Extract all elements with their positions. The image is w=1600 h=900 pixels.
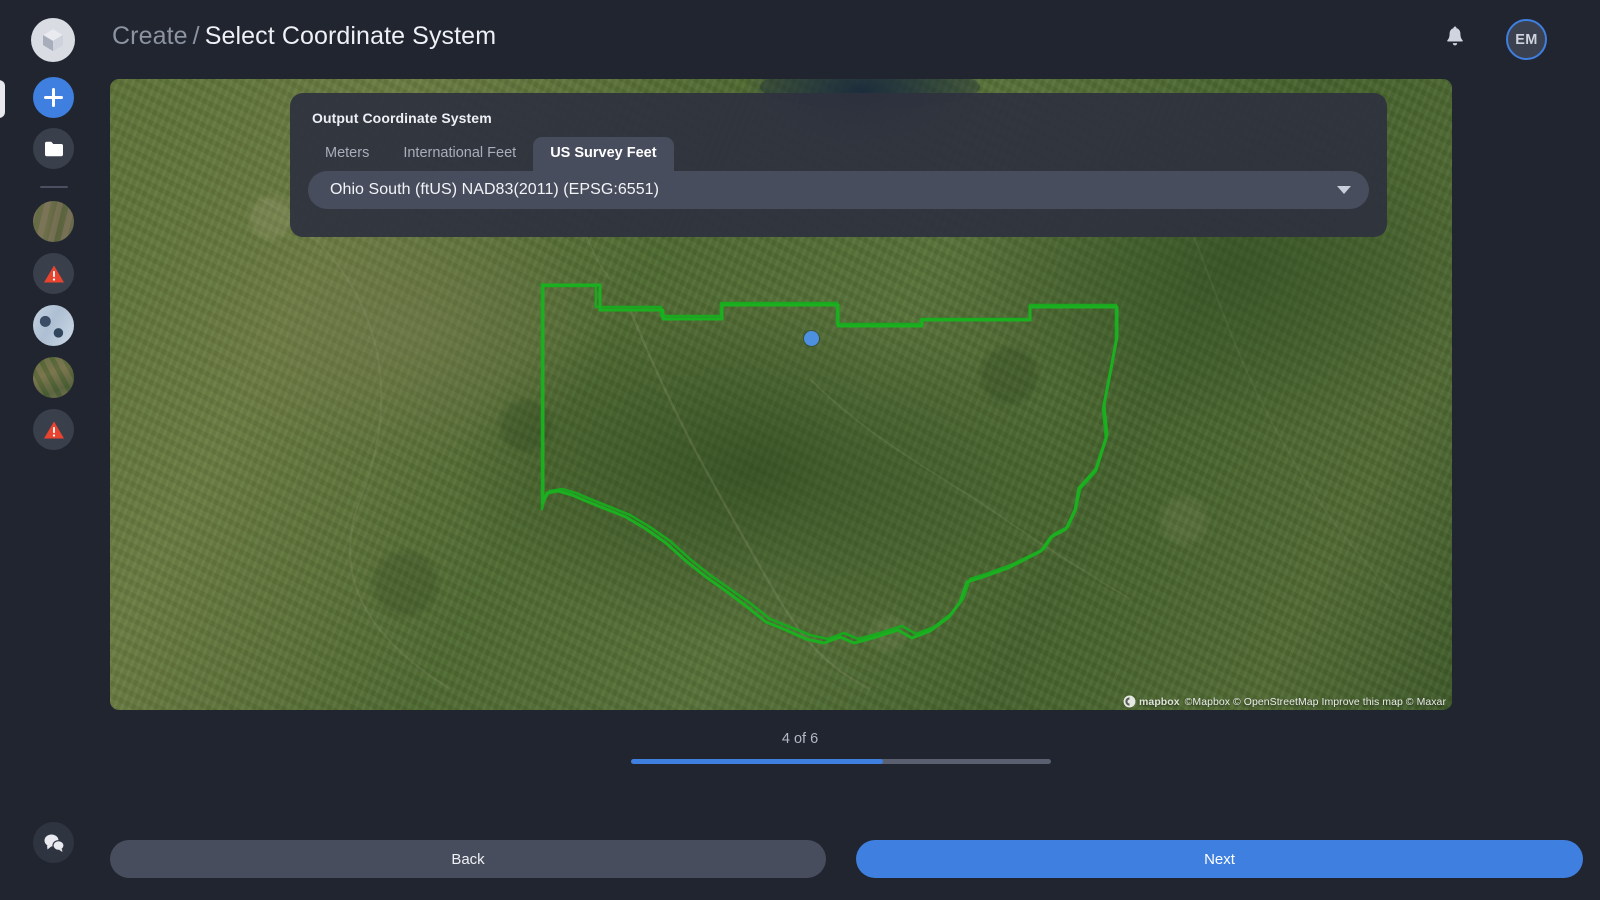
chevron-down-icon bbox=[1337, 186, 1351, 194]
back-button[interactable]: Back bbox=[110, 840, 826, 878]
tab-meters[interactable]: Meters bbox=[308, 137, 386, 171]
page-title: Select Coordinate System bbox=[205, 22, 496, 50]
edge-flyout-handle[interactable] bbox=[0, 80, 5, 118]
next-button[interactable]: Next bbox=[856, 840, 1583, 878]
progress-bar-fill bbox=[631, 759, 883, 764]
warning-triangle-icon bbox=[43, 420, 65, 440]
chat-bubbles-icon bbox=[42, 832, 66, 853]
sidebar-divider bbox=[40, 186, 68, 188]
breadcrumb-parent[interactable]: Create bbox=[112, 22, 188, 50]
unit-tabs: Meters International Feet US Survey Feet bbox=[308, 137, 674, 171]
map-attribution: mapbox ©Mapbox © OpenStreetMap Improve t… bbox=[1123, 695, 1446, 708]
avatar[interactable]: EM bbox=[1506, 19, 1547, 60]
progress-bar bbox=[631, 759, 1051, 764]
sidebar-item-project-thumbnail-terrain[interactable] bbox=[33, 357, 74, 398]
add-project-button[interactable] bbox=[33, 77, 74, 118]
sidebar-item-project-warning-2[interactable] bbox=[33, 409, 74, 450]
attribution-text: ©Mapbox © OpenStreetMap Improve this map… bbox=[1185, 696, 1446, 708]
mapbox-logo: mapbox bbox=[1123, 695, 1180, 708]
mapbox-icon bbox=[1123, 695, 1136, 708]
cube-logo-icon bbox=[31, 18, 75, 62]
breadcrumb: Create/Select Coordinate System bbox=[112, 22, 496, 51]
sidebar-item-project-thumbnail-water[interactable] bbox=[33, 305, 74, 346]
coordinate-system-dropdown[interactable]: Ohio South (ftUS) NAD83(2011) (EPSG:6551… bbox=[308, 171, 1369, 209]
tab-us-survey-feet[interactable]: US Survey Feet bbox=[533, 137, 673, 171]
tab-international-feet[interactable]: International Feet bbox=[386, 137, 533, 171]
breadcrumb-separator: / bbox=[193, 22, 200, 50]
top-header: Create/Select Coordinate System EM bbox=[106, 0, 1600, 78]
sidebar-item-project-thumbnail-road[interactable] bbox=[33, 201, 74, 242]
chat-button[interactable] bbox=[33, 822, 74, 863]
notifications-button[interactable] bbox=[1445, 26, 1465, 54]
app-root: Create/Select Coordinate System EM bbox=[0, 0, 1600, 900]
output-coordinate-system-panel: Output Coordinate System Meters Internat… bbox=[290, 93, 1387, 237]
warning-triangle-icon bbox=[43, 264, 65, 284]
left-sidebar bbox=[0, 0, 106, 900]
bell-icon bbox=[1445, 26, 1465, 49]
step-counter: 4 of 6 bbox=[0, 731, 1600, 747]
coordinate-system-value: Ohio South (ftUS) NAD83(2011) (EPSG:6551… bbox=[330, 181, 659, 199]
folder-icon bbox=[43, 140, 65, 158]
sidebar-item-project-warning-1[interactable] bbox=[33, 253, 74, 294]
open-folder-button[interactable] bbox=[33, 128, 74, 169]
location-marker bbox=[804, 331, 819, 346]
mapbox-wordmark: mapbox bbox=[1139, 696, 1180, 708]
panel-title: Output Coordinate System bbox=[312, 110, 492, 126]
